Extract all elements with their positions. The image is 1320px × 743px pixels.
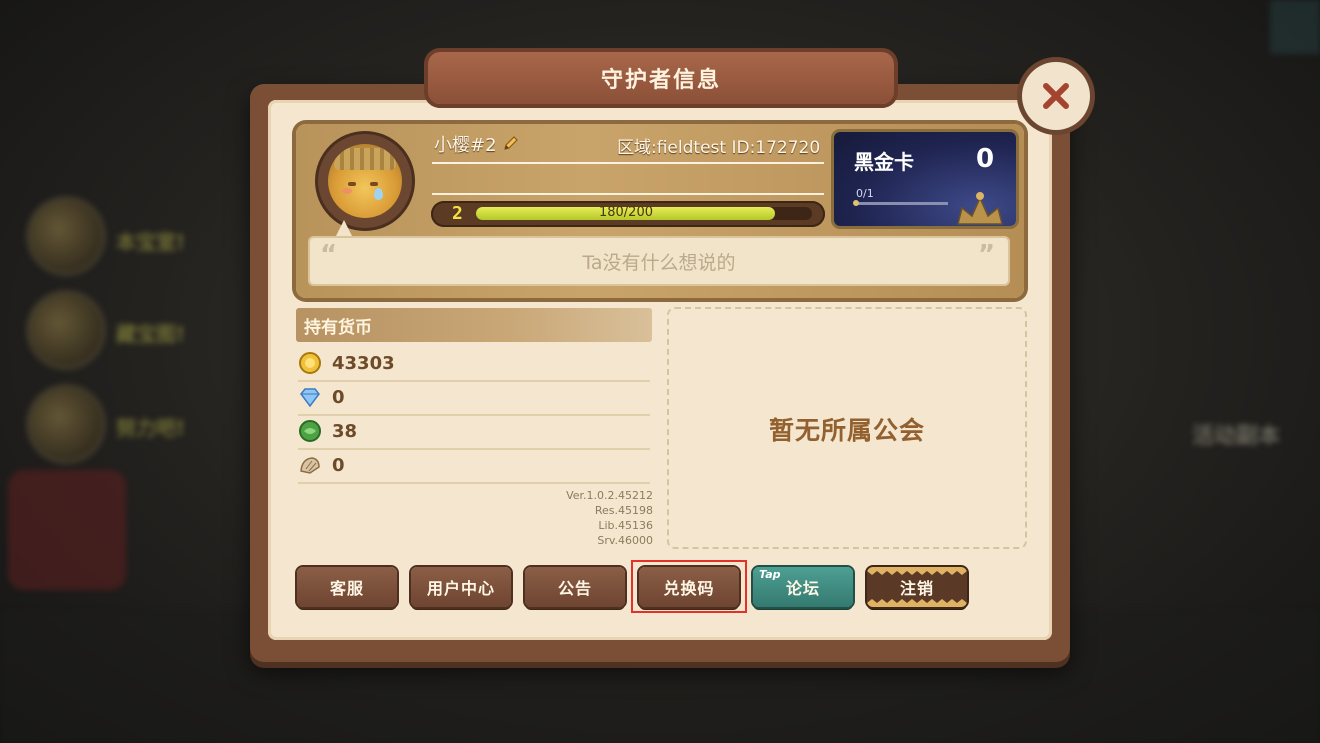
currency-value: 38 [332, 421, 358, 442]
avatar-helmet [334, 148, 396, 170]
lib-version-text: Lib.45136 [598, 519, 653, 532]
bg-menu-icon [30, 388, 102, 460]
taptap-logo: Tap [759, 568, 781, 581]
currency-row: 43303 [298, 347, 650, 382]
bg-menu-label: 本宝室! [116, 230, 186, 254]
logout-label: 注销 [899, 579, 934, 598]
gold-coin-icon [299, 352, 321, 374]
bg-box [1270, 0, 1320, 54]
motto-text: Ta没有什么想说的 [582, 252, 736, 274]
support-label: 客服 [329, 579, 364, 598]
player-name: 小樱#2 [434, 135, 497, 156]
logout-button[interactable]: 注销 [867, 567, 967, 607]
forum-button[interactable]: Tap 论坛 [753, 567, 853, 607]
notice-button[interactable]: 公告 [525, 567, 625, 607]
region-id-text: 区域:fieldtest ID:172720 [617, 138, 821, 158]
dialog-title-plate: 守护者信息 [428, 52, 894, 104]
card-title: 黑金卡 [854, 150, 914, 174]
forum-label: 论坛 [785, 579, 820, 598]
currency-value: 0 [332, 455, 345, 476]
green-orb-icon [299, 420, 321, 442]
server-version-text: Srv.46000 [597, 534, 653, 547]
bg-right-label: 活动副本 [1192, 424, 1281, 449]
notice-label: 公告 [557, 579, 592, 598]
card-progress-track [854, 202, 948, 205]
version-text: Ver.1.0.2.45212 [566, 489, 653, 502]
bg-menu-label: 藏宝图! [116, 322, 186, 346]
card-progress-text: 0/1 [856, 187, 874, 200]
guild-empty-text: 暂无所属公会 [768, 416, 925, 445]
support-button[interactable]: 客服 [297, 567, 397, 607]
xp-text: 180/200 [598, 205, 653, 220]
zigzag-trim-bottom [867, 599, 967, 607]
bg-menu-icon [30, 294, 102, 366]
diamond-icon [300, 388, 320, 408]
bg-menu-label: 努力吧! [116, 416, 186, 440]
crown-emblem-icon [957, 192, 1003, 225]
divider [432, 162, 824, 164]
avatar-tear [374, 188, 383, 200]
avatar-blush [342, 188, 352, 194]
level-number: 2 [452, 203, 463, 224]
redeem-code-button[interactable]: 兑换码 [639, 567, 739, 607]
resource-version-text: Res.45198 [594, 504, 653, 517]
currency-row: 0 [298, 381, 650, 416]
dialog-title: 守护者信息 [600, 68, 721, 93]
currency-value: 43303 [332, 353, 395, 374]
user-center-button[interactable]: 用户中心 [411, 567, 511, 607]
currency-title: 持有货币 [304, 318, 372, 338]
bg-menu-icon [30, 200, 102, 272]
card-progress-dot [853, 200, 859, 206]
avatar-eye [348, 182, 356, 186]
avatar[interactable] [328, 144, 402, 218]
currency-row: 38 [298, 415, 650, 450]
bg-card [8, 470, 126, 590]
close-button[interactable] [1022, 62, 1090, 130]
shell-icon [300, 457, 320, 474]
speech-tail [336, 220, 352, 236]
currency-row: 0 [298, 449, 650, 484]
edit-name-icon[interactable] [502, 134, 520, 152]
user-center-label: 用户中心 [426, 579, 495, 598]
zigzag-trim-top [867, 567, 967, 575]
divider [432, 193, 824, 195]
redeem-code-label: 兑换码 [663, 579, 715, 598]
currency-value: 0 [332, 387, 345, 408]
avatar-eye [370, 182, 378, 186]
close-icon [1043, 83, 1069, 109]
card-count: 0 [976, 144, 995, 174]
